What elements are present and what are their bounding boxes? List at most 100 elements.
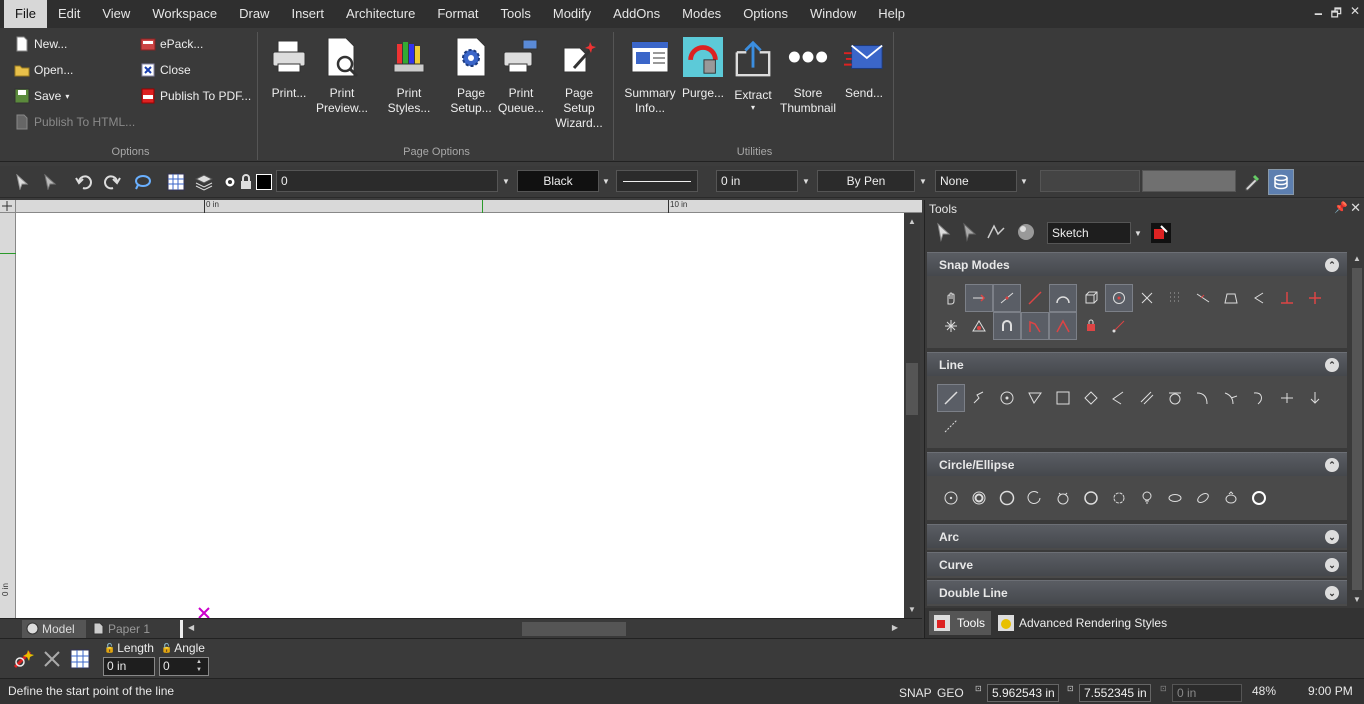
circle-tangent-icon[interactable] [1021, 484, 1049, 512]
snap-cube-icon[interactable] [1077, 284, 1105, 312]
menu-file[interactable]: File [4, 0, 47, 28]
close-icon[interactable]: ✕ [1350, 200, 1361, 216]
workspace-manager-icon[interactable] [1151, 223, 1171, 243]
grid-icon[interactable] [166, 172, 186, 192]
circle-bulb-icon[interactable] [1133, 484, 1161, 512]
menu-options[interactable]: Options [732, 0, 799, 28]
lasso-icon[interactable] [132, 172, 152, 192]
line-header[interactable]: Line ⌃ [927, 352, 1347, 376]
menu-modes[interactable]: Modes [671, 0, 732, 28]
render-sphere-icon[interactable] [1015, 222, 1037, 242]
scroll-up-icon[interactable]: ▲ [1353, 254, 1361, 263]
tools-scroll-thumb[interactable] [1352, 268, 1362, 590]
tab-tools[interactable]: Tools [929, 611, 992, 635]
line-angle-icon[interactable] [1105, 384, 1133, 412]
collapse-up-icon[interactable]: ⌃ [1325, 258, 1339, 272]
new-button[interactable]: New... [14, 36, 67, 52]
chevron-down-icon[interactable]: ▼ [1017, 170, 1031, 192]
page-setup-button[interactable]: Page Setup... [448, 36, 494, 116]
snap-peak-icon[interactable] [1049, 312, 1077, 340]
circle-gear-icon[interactable] [1105, 484, 1133, 512]
unlock-icon[interactable]: 🔓 [161, 643, 172, 654]
tool-options-icon[interactable] [12, 647, 36, 671]
snap-trapezoid-icon[interactable] [1217, 284, 1245, 312]
select-arrow-icon[interactable] [933, 222, 953, 242]
line-triangle-icon[interactable] [1021, 384, 1049, 412]
line-tangent-arc-icon[interactable] [1189, 384, 1217, 412]
attributes-stack-icon[interactable] [1268, 169, 1294, 195]
menu-workspace[interactable]: Workspace [141, 0, 228, 28]
snap-tangent-icon[interactable] [1189, 284, 1217, 312]
line-width-field[interactable]: 0 in [716, 170, 798, 192]
line-single-icon[interactable] [937, 384, 965, 412]
scroll-thumb[interactable] [906, 363, 918, 415]
circle-rim-icon[interactable] [1077, 484, 1105, 512]
x-coordinate-field[interactable]: 5.962543 in [987, 684, 1059, 702]
print-button[interactable]: Print... [268, 36, 310, 101]
snap-modes-header[interactable]: Snap Modes ⌃ [927, 252, 1347, 276]
menu-format[interactable]: Format [426, 0, 489, 28]
snap-arc-icon[interactable] [1049, 284, 1077, 312]
tab-model[interactable]: Model [22, 620, 86, 638]
menu-draw[interactable]: Draw [228, 0, 280, 28]
drawing-canvas[interactable] [16, 213, 904, 619]
page-setup-wizard-button[interactable]: Page Setup Wizard... [548, 36, 610, 131]
line-dashed-icon[interactable] [937, 412, 965, 440]
y-lock-icon[interactable]: ⊡ [1067, 684, 1074, 693]
ellipse-icon[interactable] [1161, 484, 1189, 512]
snap-grid-icon[interactable] [1161, 284, 1189, 312]
snap-vector-icon[interactable] [1105, 312, 1133, 340]
line-parallel-icon[interactable] [1133, 384, 1161, 412]
ellipse-tangent-icon[interactable] [1217, 484, 1245, 512]
arc-header[interactable]: Arc ⌄ [927, 524, 1347, 548]
tools-scrollbar[interactable]: ▲ ▼ [1351, 252, 1363, 606]
snap-center-icon[interactable] [1105, 284, 1133, 312]
layer-stack-icon[interactable] [194, 172, 214, 192]
layer-field[interactable]: 0 [276, 170, 498, 192]
inspector-grid-icon[interactable] [70, 649, 90, 669]
snap-star-icon[interactable] [937, 312, 965, 340]
minimize-icon[interactable]: 🗕 [1314, 4, 1323, 25]
zoom-level[interactable]: 48% [1252, 684, 1276, 698]
pen-field[interactable]: By Pen [817, 170, 915, 192]
undo-icon[interactable] [74, 172, 94, 192]
save-button[interactable]: Save ▾ [14, 88, 69, 104]
length-input[interactable]: 0 in [103, 657, 155, 676]
restore-icon[interactable]: 🗗 [1331, 4, 1342, 25]
pin-icon[interactable]: 📌 [1334, 201, 1348, 214]
circle-bold-icon[interactable] [1245, 484, 1273, 512]
snap-toggle[interactable]: SNAP [899, 686, 932, 700]
menu-help[interactable]: Help [867, 0, 916, 28]
menu-insert[interactable]: Insert [280, 0, 335, 28]
snap-plus-icon[interactable] [1301, 284, 1329, 312]
menu-tools[interactable]: Tools [490, 0, 542, 28]
curve-header[interactable]: Curve ⌄ [927, 552, 1347, 576]
chevron-down-icon[interactable]: ▼ [599, 170, 613, 192]
publish-pdf-button[interactable]: Publish To PDF... [140, 88, 251, 104]
epack-button[interactable]: ePack... [140, 36, 203, 52]
snap-hand-icon[interactable] [937, 284, 965, 312]
menu-architecture[interactable]: Architecture [335, 0, 426, 28]
print-styles-button[interactable]: Print Styles... [374, 36, 444, 116]
extract-button[interactable]: Extract ▾ [728, 36, 778, 113]
snap-triangle-icon[interactable] [965, 312, 993, 340]
color-field[interactable]: Black [517, 170, 599, 192]
send-button[interactable]: Send... [840, 36, 888, 101]
snap-multiple-icon[interactable] [985, 222, 1009, 242]
menu-modify[interactable]: Modify [542, 0, 602, 28]
summary-info-button[interactable]: Summary Info... [622, 36, 678, 116]
workspace-dropdown[interactable]: Sketch [1047, 222, 1131, 244]
tab-advanced-rendering[interactable]: Advanced Rendering Styles [995, 611, 1173, 635]
snap-intersection-icon[interactable] [1133, 284, 1161, 312]
store-thumbnail-button[interactable]: Store Thumbnail [778, 36, 838, 116]
line-bisector-icon[interactable] [1217, 384, 1245, 412]
circle-concentric-icon[interactable] [965, 484, 993, 512]
menu-addons[interactable]: AddOns [602, 0, 671, 28]
scroll-down-icon[interactable]: ▼ [908, 605, 916, 614]
y-coordinate-field[interactable]: 7.552345 in [1079, 684, 1151, 702]
close-button[interactable]: Close [140, 62, 191, 78]
circle-three-point-icon[interactable] [1049, 484, 1077, 512]
angle-spinner-icon[interactable]: ▲ ▼ [196, 658, 202, 674]
close-icon[interactable]: ✕ [1350, 4, 1360, 25]
unlock-icon[interactable]: 🔓 [104, 643, 115, 654]
